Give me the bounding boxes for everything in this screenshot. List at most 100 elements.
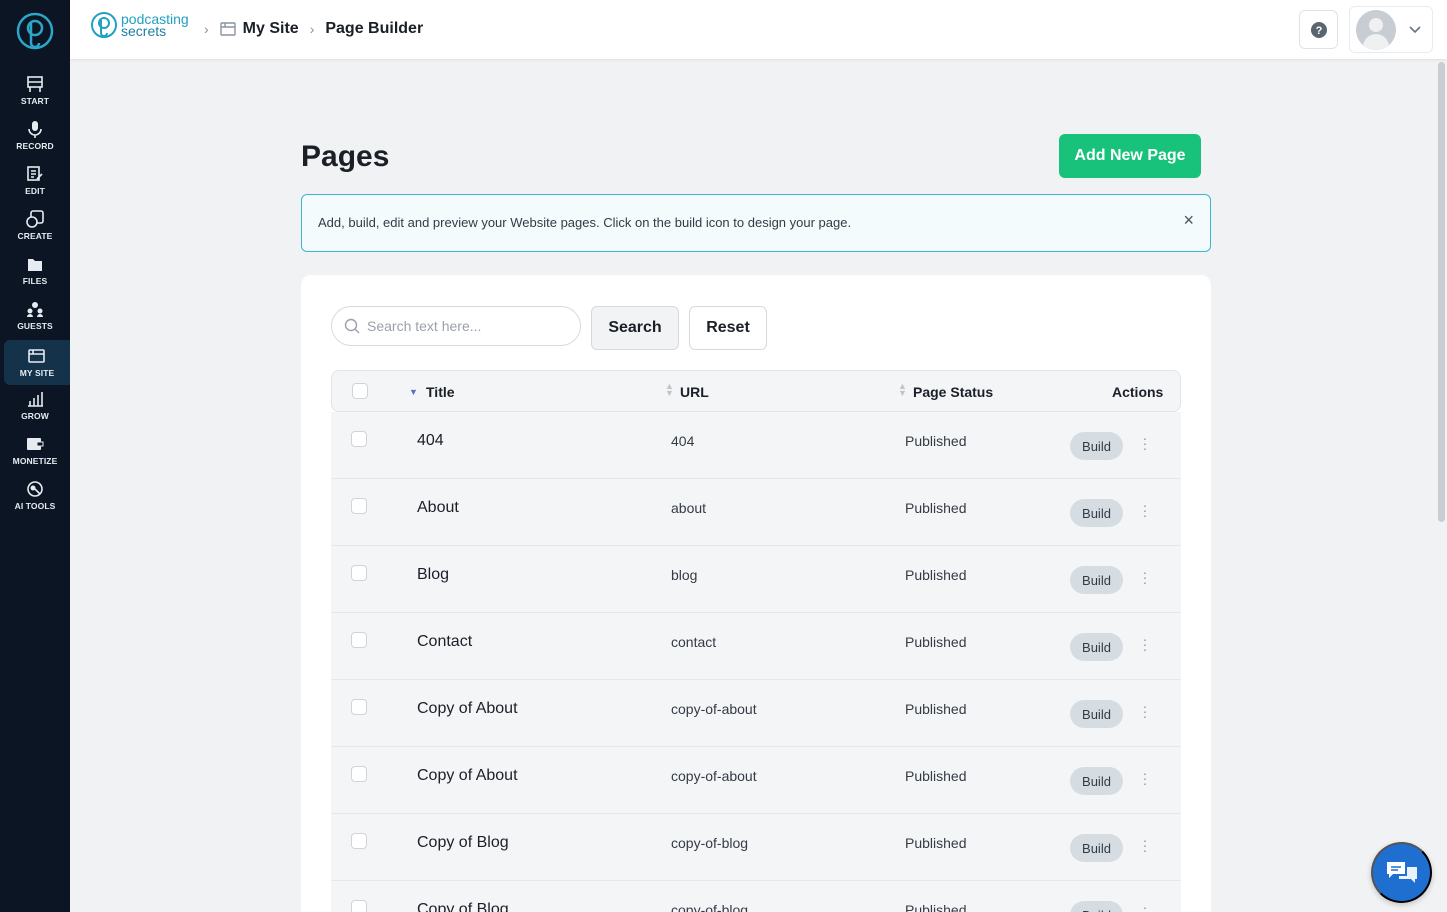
cell-status: Published bbox=[905, 835, 967, 851]
more-options-icon[interactable]: ··· bbox=[1139, 431, 1151, 455]
files-icon bbox=[28, 259, 42, 271]
reset-button[interactable]: Reset bbox=[689, 306, 767, 350]
add-new-page-button[interactable]: Add New Page bbox=[1059, 134, 1201, 178]
row-checkbox[interactable] bbox=[351, 766, 367, 782]
row-checkbox[interactable] bbox=[351, 900, 367, 912]
cell-status: Published bbox=[905, 701, 967, 717]
sort-desc-icon[interactable]: ▼ bbox=[409, 387, 418, 397]
more-options-icon[interactable]: ··· bbox=[1139, 699, 1151, 723]
chevron-right-icon: › bbox=[309, 21, 315, 37]
more-options-icon[interactable]: ··· bbox=[1139, 498, 1151, 522]
more-options-icon[interactable]: ··· bbox=[1139, 565, 1151, 589]
monetize-icon bbox=[27, 438, 44, 450]
column-header-url[interactable]: URL bbox=[680, 384, 709, 400]
breadcrumb-my-site[interactable]: My Site bbox=[243, 20, 299, 38]
sidebar-item-create[interactable]: CREATE bbox=[0, 203, 70, 248]
sidebar-item-files[interactable]: FILES bbox=[0, 248, 70, 293]
table-row: Copy of Blog copy-of-blog Published Buil… bbox=[331, 814, 1181, 881]
page-scrollbar[interactable] bbox=[1438, 62, 1445, 522]
cell-status: Published bbox=[905, 500, 967, 516]
sidebar-item-my-site[interactable]: MY SITE bbox=[4, 340, 70, 385]
sidebar-item-start[interactable]: START bbox=[0, 68, 70, 113]
row-checkbox[interactable] bbox=[351, 632, 367, 648]
build-button[interactable]: Build bbox=[1070, 767, 1123, 795]
search-button[interactable]: Search bbox=[591, 306, 679, 350]
cell-status: Published bbox=[905, 902, 967, 912]
sort-icon[interactable]: ▲ ▼ bbox=[898, 382, 907, 398]
page-title: Pages bbox=[301, 140, 390, 173]
site-icon bbox=[28, 349, 45, 363]
chart-icon bbox=[28, 392, 43, 407]
search-input[interactable] bbox=[367, 318, 567, 334]
cell-status: Published bbox=[905, 433, 967, 449]
row-checkbox[interactable] bbox=[351, 699, 367, 715]
sidebar-item-label: GUESTS bbox=[17, 321, 53, 331]
cell-url: copy-of-blog bbox=[671, 902, 749, 912]
build-button[interactable]: Build bbox=[1070, 700, 1123, 728]
sidebar-item-grow[interactable]: GROW bbox=[0, 383, 70, 428]
sidebar-item-monetize[interactable]: MONETIZE bbox=[0, 428, 70, 473]
chevron-right-icon: › bbox=[204, 21, 209, 37]
build-button[interactable]: Build bbox=[1070, 432, 1123, 460]
sidebar-item-guests[interactable]: GUESTS bbox=[0, 293, 70, 338]
table-row: About about Published Build · · · bbox=[331, 479, 1181, 546]
sidebar-item-label: GROW bbox=[21, 411, 49, 421]
cell-status: Published bbox=[905, 567, 967, 583]
build-button[interactable]: Build bbox=[1070, 499, 1123, 527]
sidebar-item-label: FILES bbox=[22, 276, 48, 286]
app-logo-icon[interactable] bbox=[15, 11, 55, 51]
start-icon bbox=[27, 76, 43, 92]
sidebar-item-ai-tools[interactable]: AI TOOLS bbox=[0, 473, 70, 518]
sidebar-item-label: MY SITE bbox=[19, 368, 55, 378]
brand-mark-icon bbox=[91, 12, 117, 38]
build-button[interactable]: Build bbox=[1070, 834, 1123, 862]
chat-widget-button[interactable] bbox=[1371, 842, 1432, 903]
user-menu[interactable] bbox=[1349, 6, 1433, 53]
cell-status: Published bbox=[905, 634, 967, 650]
guests-icon bbox=[27, 302, 43, 317]
brand-logo[interactable]: podcasting secrets bbox=[90, 11, 189, 39]
more-options-icon[interactable]: ··· bbox=[1139, 833, 1151, 857]
cell-title: Copy of About bbox=[417, 700, 518, 717]
row-checkbox[interactable] bbox=[351, 431, 367, 447]
cell-title: Copy of Blog bbox=[417, 901, 509, 912]
sidebar-item-edit[interactable]: EDIT bbox=[0, 158, 70, 203]
close-icon[interactable]: × bbox=[1183, 210, 1194, 231]
row-checkbox[interactable] bbox=[351, 565, 367, 581]
build-button[interactable]: Build bbox=[1070, 566, 1123, 594]
build-button[interactable]: Build bbox=[1070, 633, 1123, 661]
info-banner: Add, build, edit and preview your Websit… bbox=[301, 194, 1211, 252]
more-options-icon[interactable]: ··· bbox=[1139, 766, 1151, 790]
column-header-actions: Actions bbox=[1112, 384, 1164, 400]
more-options-icon[interactable]: ··· bbox=[1139, 632, 1151, 656]
sidebar-item-label: CREATE bbox=[17, 231, 53, 241]
help-icon: ? bbox=[1310, 21, 1327, 38]
sidebar-item-label: MONETIZE bbox=[12, 456, 58, 466]
cell-url: copy-of-about bbox=[671, 701, 757, 717]
breadcrumb-page-builder: Page Builder bbox=[325, 20, 424, 37]
top-header: podcasting secrets › My Site › Page Buil… bbox=[70, 0, 1447, 59]
sidebar-item-record[interactable]: RECORD bbox=[0, 113, 70, 158]
info-text: Add, build, edit and preview your Websit… bbox=[318, 215, 852, 230]
sort-icon[interactable]: ▲ ▼ bbox=[665, 382, 674, 398]
table-header: ▼ Title ▲ ▼ URL ▲ ▼ Page Status Actions bbox=[331, 370, 1181, 412]
site-icon bbox=[219, 22, 236, 36]
create-icon bbox=[26, 210, 44, 228]
help-button[interactable]: ? bbox=[1299, 10, 1338, 49]
ai-tools-icon bbox=[27, 481, 43, 497]
column-header-status[interactable]: Page Status bbox=[913, 384, 993, 400]
select-all-checkbox[interactable] bbox=[352, 383, 368, 399]
row-checkbox[interactable] bbox=[351, 498, 367, 514]
build-button[interactable]: Build bbox=[1070, 901, 1123, 912]
search-box bbox=[331, 306, 581, 346]
sidebar-item-label: AI TOOLS bbox=[14, 501, 56, 511]
cell-url: about bbox=[671, 500, 707, 516]
edit-icon bbox=[27, 166, 43, 181]
more-options-icon[interactable]: ··· bbox=[1139, 900, 1151, 912]
chevron-down-icon bbox=[1409, 25, 1421, 33]
row-checkbox[interactable] bbox=[351, 833, 367, 849]
column-header-title[interactable]: Title bbox=[426, 384, 455, 400]
table-row: Copy of About copy-of-about Published Bu… bbox=[331, 680, 1181, 747]
breadcrumb: › My Site › Page Builder bbox=[204, 20, 423, 38]
cell-url: copy-of-blog bbox=[671, 835, 749, 851]
